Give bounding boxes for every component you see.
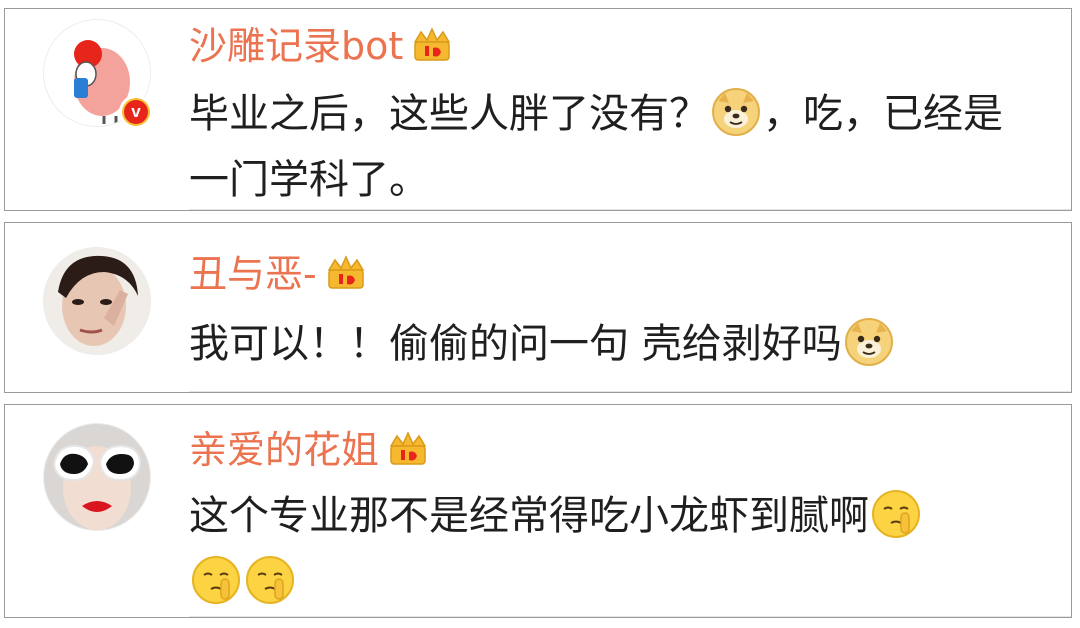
avatar[interactable] [43, 423, 151, 531]
comment-text: 我可以！！偷偷的问一句 壳给剥好吗 [189, 311, 1041, 377]
divider [189, 616, 1071, 617]
shush-emoji [246, 556, 294, 604]
doge-emoji [712, 88, 760, 136]
comment-header: 沙雕记录bot [189, 23, 453, 69]
username[interactable]: 亲爱的花姐 [189, 427, 379, 473]
comment-text-part: 我可以！！偷偷的问一句 壳给剥好吗 [189, 321, 842, 367]
comment-card: 丑与恶- 我可以！！偷偷的问一句 壳给剥好吗 [4, 222, 1072, 393]
avatar-wrapper[interactable] [43, 423, 151, 531]
divider [189, 391, 1071, 392]
crown-member-icon[interactable] [325, 254, 367, 294]
comment-header: 丑与恶- [189, 251, 367, 297]
comment-text-part: 这个专业那不是经常得吃小龙虾到腻啊 [189, 493, 869, 539]
username[interactable]: 沙雕记录bot [189, 23, 403, 69]
username[interactable]: 丑与恶- [189, 251, 317, 297]
comment-text-part: 毕业之后，这些人胖了没有？ [189, 91, 709, 137]
comment-card: 亲爱的花姐 这个专业那不是经常得吃小龙虾到腻啊 [4, 404, 1072, 618]
verified-badge: v [119, 95, 153, 129]
verified-v-icon: v [122, 98, 150, 126]
comment-text: 毕业之后，这些人胖了没有？ ，吃，已经是一门学科了。 [189, 81, 1041, 213]
avatar-photo-image [44, 248, 150, 354]
crown-member-icon[interactable] [411, 26, 453, 66]
shush-emoji [872, 490, 920, 538]
shush-emoji [192, 556, 240, 604]
crown-member-icon[interactable] [387, 430, 429, 470]
avatar-wrapper[interactable]: v [43, 19, 153, 129]
comment-text: 这个专业那不是经常得吃小龙虾到腻啊 [189, 483, 1041, 615]
avatar-photo-image [44, 424, 150, 530]
doge-emoji [844, 318, 893, 366]
avatar-wrapper[interactable] [43, 247, 151, 355]
comment-card: v 沙雕记录bot 毕业之后，这些人胖了没有？ ，吃，已经是一门学科了。 [4, 8, 1072, 211]
avatar[interactable] [43, 247, 151, 355]
comment-header: 亲爱的花姐 [189, 427, 429, 473]
divider [189, 209, 1071, 210]
